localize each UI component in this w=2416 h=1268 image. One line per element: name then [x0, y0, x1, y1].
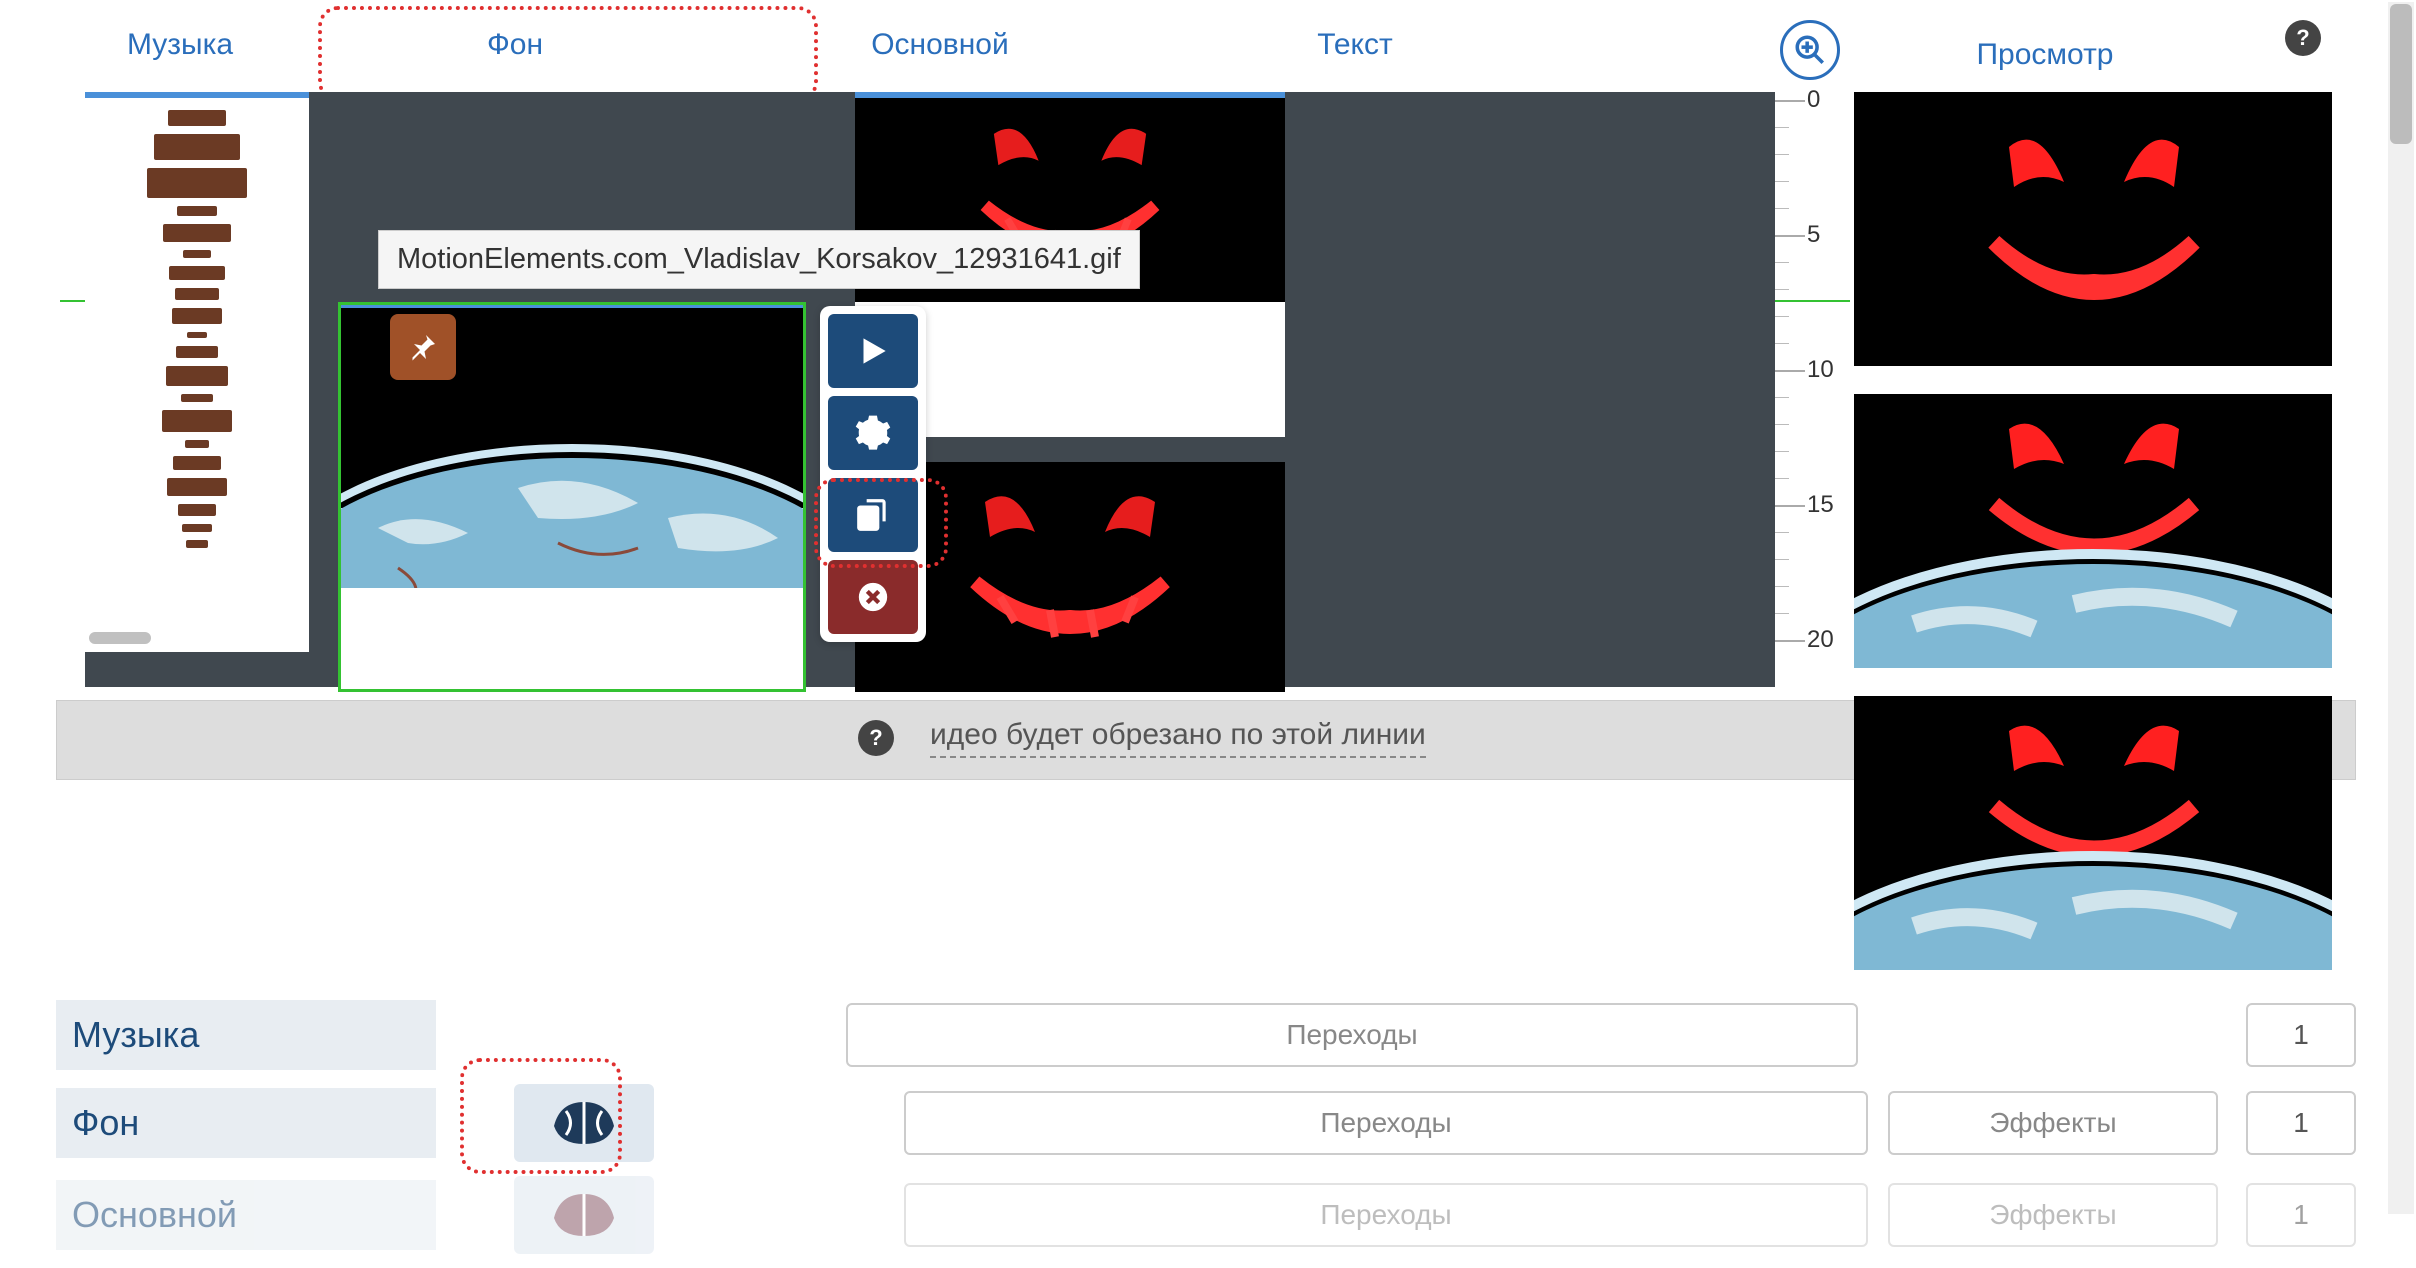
- transitions-select[interactable]: Переходы: [846, 1003, 1858, 1067]
- ruler-tick-label: 15: [1807, 491, 1834, 519]
- pin-button[interactable]: [390, 314, 456, 380]
- category-main-label: Основной: [56, 1180, 436, 1250]
- zoom-in-button[interactable]: [1780, 20, 1840, 80]
- crop-hint-text: идео будет обрезано по этой линии: [930, 718, 1426, 758]
- ruler-tick-label: 0: [1807, 86, 1820, 114]
- music-track[interactable]: [85, 92, 309, 652]
- ruler-tick-label: 20: [1807, 626, 1834, 654]
- transitions-select[interactable]: Переходы: [904, 1091, 1868, 1155]
- tab-text[interactable]: Текст: [1170, 20, 1540, 70]
- scrollbar-thumb[interactable]: [89, 632, 151, 644]
- lower-panel: Музыка Переходы 1 Фон Переходы Эффекты 1…: [56, 1000, 2356, 1268]
- help-icon[interactable]: ?: [2285, 20, 2321, 56]
- count-box[interactable]: 1: [2246, 1003, 2356, 1067]
- category-background-label: Фон: [56, 1088, 436, 1158]
- clip-toolbar: [820, 306, 926, 642]
- settings-button[interactable]: [828, 396, 918, 470]
- copy-button[interactable]: [828, 478, 918, 552]
- preview-label: Просмотр: [1870, 38, 2220, 72]
- scrollbar-thumb[interactable]: [2390, 4, 2412, 144]
- tab-main[interactable]: Основной: [750, 20, 1130, 70]
- preview-thumb-1[interactable]: [1854, 92, 2332, 366]
- clip-filename-tooltip: MotionElements.com_Vladislav_Korsakov_12…: [378, 230, 1140, 289]
- delete-button[interactable]: [828, 560, 918, 634]
- tab-background[interactable]: Фон: [330, 20, 700, 70]
- ruler-tick-label: 5: [1807, 221, 1820, 249]
- background-thumbnail[interactable]: [514, 1084, 654, 1162]
- help-icon[interactable]: ?: [858, 720, 894, 756]
- timeline-ruler: 0 5 10 15 20 22.200: [1775, 92, 1845, 702]
- effects-select[interactable]: Эффекты: [1888, 1091, 2218, 1155]
- timeline: [85, 92, 1775, 687]
- play-button[interactable]: [828, 314, 918, 388]
- preview-thumb-2[interactable]: [1854, 394, 2332, 668]
- waveform: [85, 98, 309, 552]
- preview-column: [1854, 92, 2332, 970]
- main-thumbnail[interactable]: [514, 1176, 654, 1254]
- category-music-label: Музыка: [56, 1000, 436, 1070]
- page-scrollbar[interactable]: [2388, 2, 2414, 1214]
- preview-thumb-3[interactable]: [1854, 696, 2332, 970]
- tab-music[interactable]: Музыка: [60, 20, 300, 70]
- count-box[interactable]: 1: [2246, 1091, 2356, 1155]
- effects-select[interactable]: Эффекты: [1888, 1183, 2218, 1247]
- ruler-tick-label: 10: [1807, 356, 1834, 384]
- count-box[interactable]: 1: [2246, 1183, 2356, 1247]
- transitions-select[interactable]: Переходы: [904, 1183, 1868, 1247]
